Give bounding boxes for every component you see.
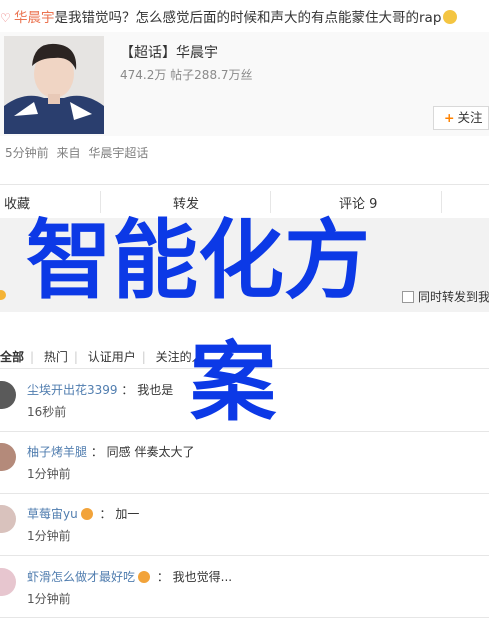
post-time: 5分钟前 [5, 146, 49, 160]
divider: | [141, 350, 146, 364]
repost-button[interactable]: 转发 [173, 193, 199, 212]
comment-time: 1分钟前 [27, 529, 71, 543]
divider [0, 493, 489, 494]
plus-icon: + [444, 110, 455, 125]
comment-filters: 全部 | 热门 | 认证用户 | 关注的人 [0, 348, 210, 365]
commenter-avatar[interactable] [0, 381, 16, 409]
follow-label: 关注 [457, 110, 483, 125]
divider [441, 191, 442, 213]
crown-icon [80, 508, 93, 520]
filter-hot[interactable]: 热门 [44, 350, 68, 364]
commenter-name-link[interactable]: 草莓宙yu [27, 507, 78, 521]
post-author-link[interactable]: 华晨宇 [14, 10, 55, 26]
topic-title[interactable]: 【超话】华晨宇 [120, 42, 218, 62]
commenter-name-link[interactable]: 虾滑怎么做才最好吃 [27, 570, 135, 584]
commenter-avatar[interactable] [0, 443, 16, 471]
post-text: 是我错觉吗？怎么感觉后面的时候和声大的有点能蒙住大哥的rap [54, 10, 442, 26]
comment-time: 1分钟前 [27, 467, 71, 481]
comment-time: 16秒前 [27, 405, 67, 419]
comment-text: 我也觉得... [172, 570, 233, 584]
commenter-avatar[interactable] [0, 505, 16, 533]
topic-stats: 474.2万 帖子288.7万丝 [120, 68, 253, 82]
post-meta: 5分钟前 来自 华晨宇超话 [5, 144, 148, 161]
follow-button[interactable]: + 关注 [433, 106, 489, 130]
divider [0, 555, 489, 556]
comment-button[interactable]: 评论 9 [339, 193, 377, 212]
commenter-name: 虾滑怎么做才最好吃 ： 我也觉得... [27, 570, 233, 584]
comment-item: 虾滑怎么做才最好吃 ： 我也觉得... 1分钟前 [0, 566, 489, 628]
overlay-headline-line1: 智能化方 [26, 211, 370, 311]
avatar-portrait-icon [4, 36, 104, 134]
commenter-name-link[interactable]: 柚子烤羊腿 [27, 445, 87, 459]
comment-time: 1分钟前 [27, 592, 71, 606]
commenter-name-link[interactable]: 尘埃开出花3399 [27, 383, 118, 397]
collect-button[interactable]: 收藏 [4, 193, 30, 212]
topic-avatar[interactable] [4, 36, 104, 134]
overlay-headline-line2: 案 [190, 333, 276, 433]
crown-icon [138, 571, 151, 583]
comment-text: 加一 [115, 507, 140, 521]
post-title: ♡ 华晨宇是我错觉吗？怎么感觉后面的时候和声大的有点能蒙住大哥的rap [0, 6, 489, 28]
divider [100, 191, 101, 213]
divider [270, 191, 271, 213]
compose-spacer [0, 312, 489, 328]
commenter-avatar[interactable] [0, 568, 16, 596]
commenter-name: 草莓宙yu ： 加一 [27, 507, 140, 521]
divider: | [73, 350, 78, 364]
heart-icon: ♡ [0, 11, 11, 25]
emoji-icon [443, 10, 458, 24]
post-from-prefix: 来自 [56, 146, 81, 160]
repost-checkbox[interactable] [402, 291, 414, 303]
filter-all[interactable]: 全部 [0, 350, 24, 364]
post-source-link[interactable]: 华晨宇超话 [88, 146, 148, 160]
commenter-name: 尘埃开出花3399 ： 我也是 [27, 383, 174, 397]
comment-text: 我也是 [137, 383, 174, 397]
commenter-name: 柚子烤羊腿 ： 同感 伴奏太大了 [27, 445, 195, 459]
filter-verified[interactable]: 认证用户 [88, 350, 136, 364]
comment-text: 同感 伴奏太大了 [106, 445, 195, 459]
divider [0, 617, 489, 618]
repost-checkbox-label: 同时转发到我 [418, 290, 489, 304]
divider: | [30, 350, 35, 364]
